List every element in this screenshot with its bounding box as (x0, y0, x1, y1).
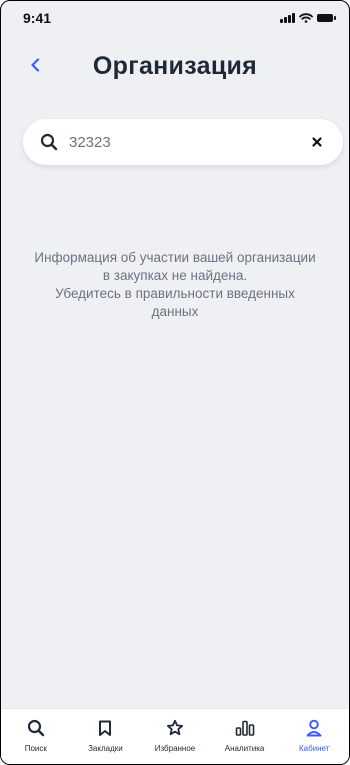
bookmark-icon (98, 718, 112, 738)
user-icon (306, 718, 322, 738)
tab-bookmarks[interactable]: Закладки (71, 718, 141, 753)
empty-state-message: Информация об участии вашей организации … (1, 249, 349, 321)
app-screen: 9:41 Организация 32323 Информация об уча… (0, 0, 350, 765)
tab-cabinet[interactable]: Кабинет (279, 718, 349, 753)
status-icons (280, 13, 336, 23)
analytics-icon (235, 718, 255, 738)
chevron-left-icon (31, 58, 40, 72)
tab-label: Кабинет (298, 744, 330, 753)
empty-state-line: Убедитесь в правильности введенных (55, 286, 295, 301)
search-bar[interactable] (23, 119, 343, 165)
signal-icon (280, 13, 295, 23)
search-icon (39, 132, 59, 152)
battery-icon (317, 14, 336, 22)
search-input[interactable] (69, 133, 307, 151)
tab-label: Закладки (88, 744, 123, 753)
page-title: Организация (92, 51, 258, 80)
tab-favorites[interactable]: Избранное (140, 718, 210, 753)
empty-state-line: в закупках не найдена. (102, 268, 248, 283)
tab-label: Аналитика (224, 744, 265, 753)
status-time: 9:41 (23, 10, 52, 26)
wifi-icon (299, 13, 313, 23)
clear-search-button[interactable] (307, 132, 327, 152)
tab-label: Поиск (24, 744, 47, 753)
tab-search[interactable]: Поиск (1, 718, 71, 753)
tab-bar: Поиск Закладки Избранное Аналитика Кабин… (1, 708, 349, 764)
tab-label: Избранное (154, 744, 196, 753)
empty-state-line: Информация об участии вашей организации (34, 250, 316, 265)
status-bar: 9:41 (1, 1, 349, 35)
empty-state-line: данных (151, 304, 199, 319)
tab-analytics[interactable]: Аналитика (210, 718, 280, 753)
search-icon (27, 718, 45, 738)
back-button[interactable] (23, 53, 47, 77)
close-icon (312, 137, 322, 147)
star-icon (166, 718, 184, 738)
nav-bar: Организация (1, 35, 349, 97)
